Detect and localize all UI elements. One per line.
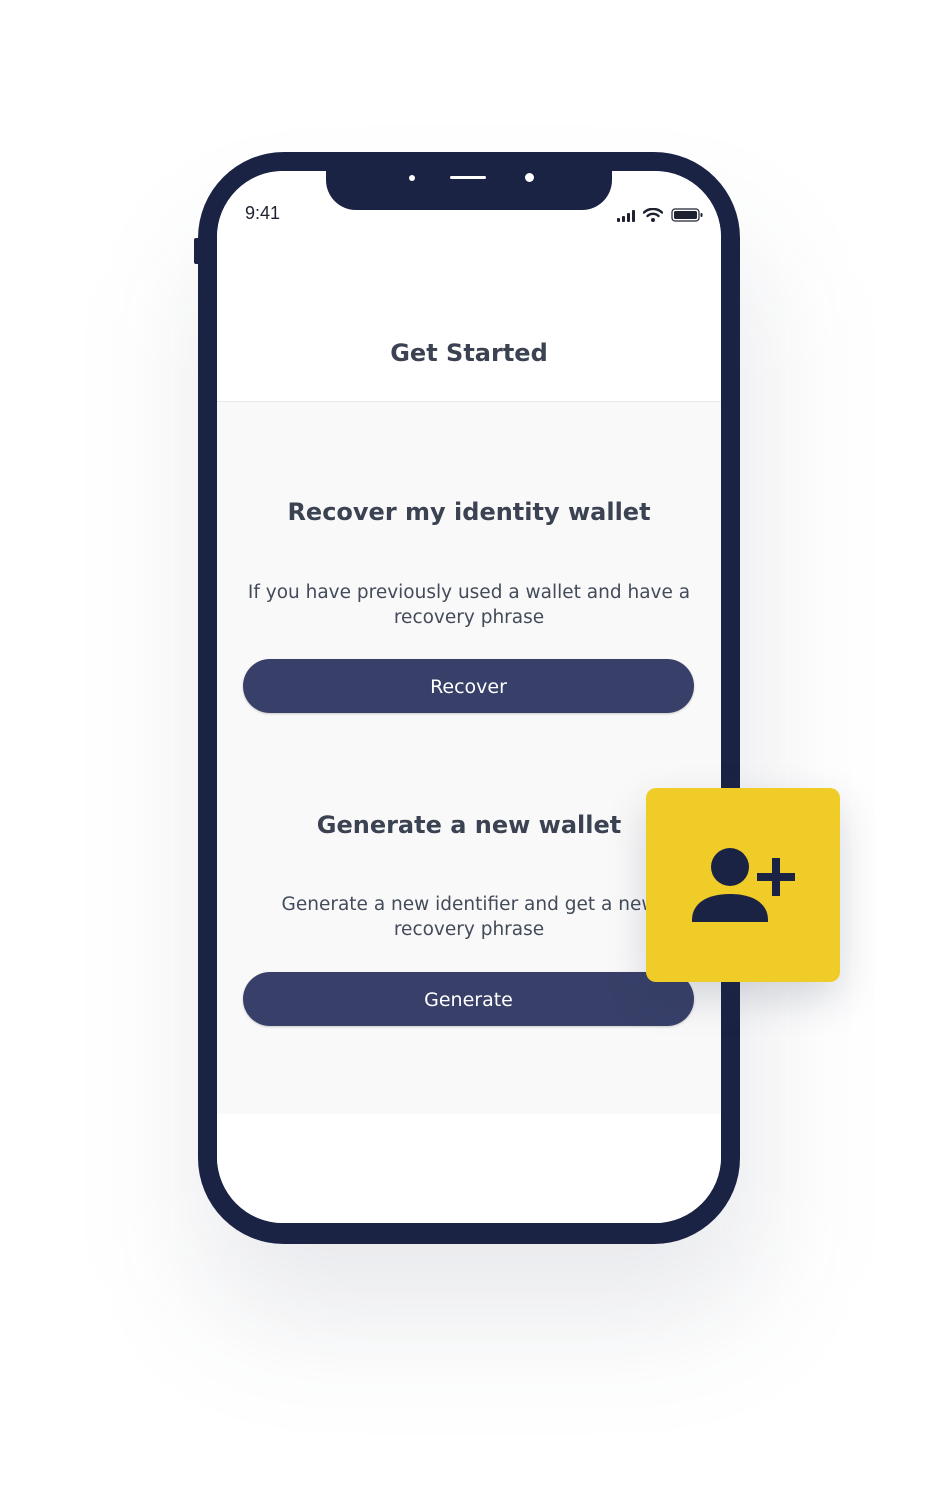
notch-sensor-dot — [409, 175, 415, 181]
recover-button[interactable]: Recover — [243, 659, 694, 713]
status-time: 9:41 — [245, 203, 281, 223]
recover-section-title: Recover my identity wallet — [287, 498, 651, 526]
phone-side-button — [194, 238, 200, 264]
page-title: Get Started — [390, 339, 548, 367]
status-icons — [617, 208, 703, 222]
stage: Get Started Recover my identity wallet I… — [0, 0, 942, 1487]
bottom-area — [217, 1114, 721, 1223]
recover-section-description: If you have previously used a wallet and… — [247, 582, 691, 628]
phone-notch — [326, 171, 612, 210]
phone-frame: Get Started Recover my identity wallet I… — [194, 152, 740, 1244]
wifi-icon — [643, 208, 663, 222]
notch-camera-dot — [525, 173, 534, 182]
generate-button[interactable]: Generate — [243, 972, 694, 1026]
generate-section-description: Generate a new identifier and get a new … — [281, 894, 657, 940]
add-user-icon — [692, 848, 795, 922]
add-user-badge — [646, 788, 840, 982]
cellular-signal-icon — [617, 210, 635, 222]
battery-icon — [671, 208, 703, 222]
notch-speaker — [450, 176, 486, 179]
phone-screen: Get Started Recover my identity wallet I… — [217, 171, 721, 1223]
content-area: Recover my identity wallet If you have p… — [217, 402, 721, 1114]
